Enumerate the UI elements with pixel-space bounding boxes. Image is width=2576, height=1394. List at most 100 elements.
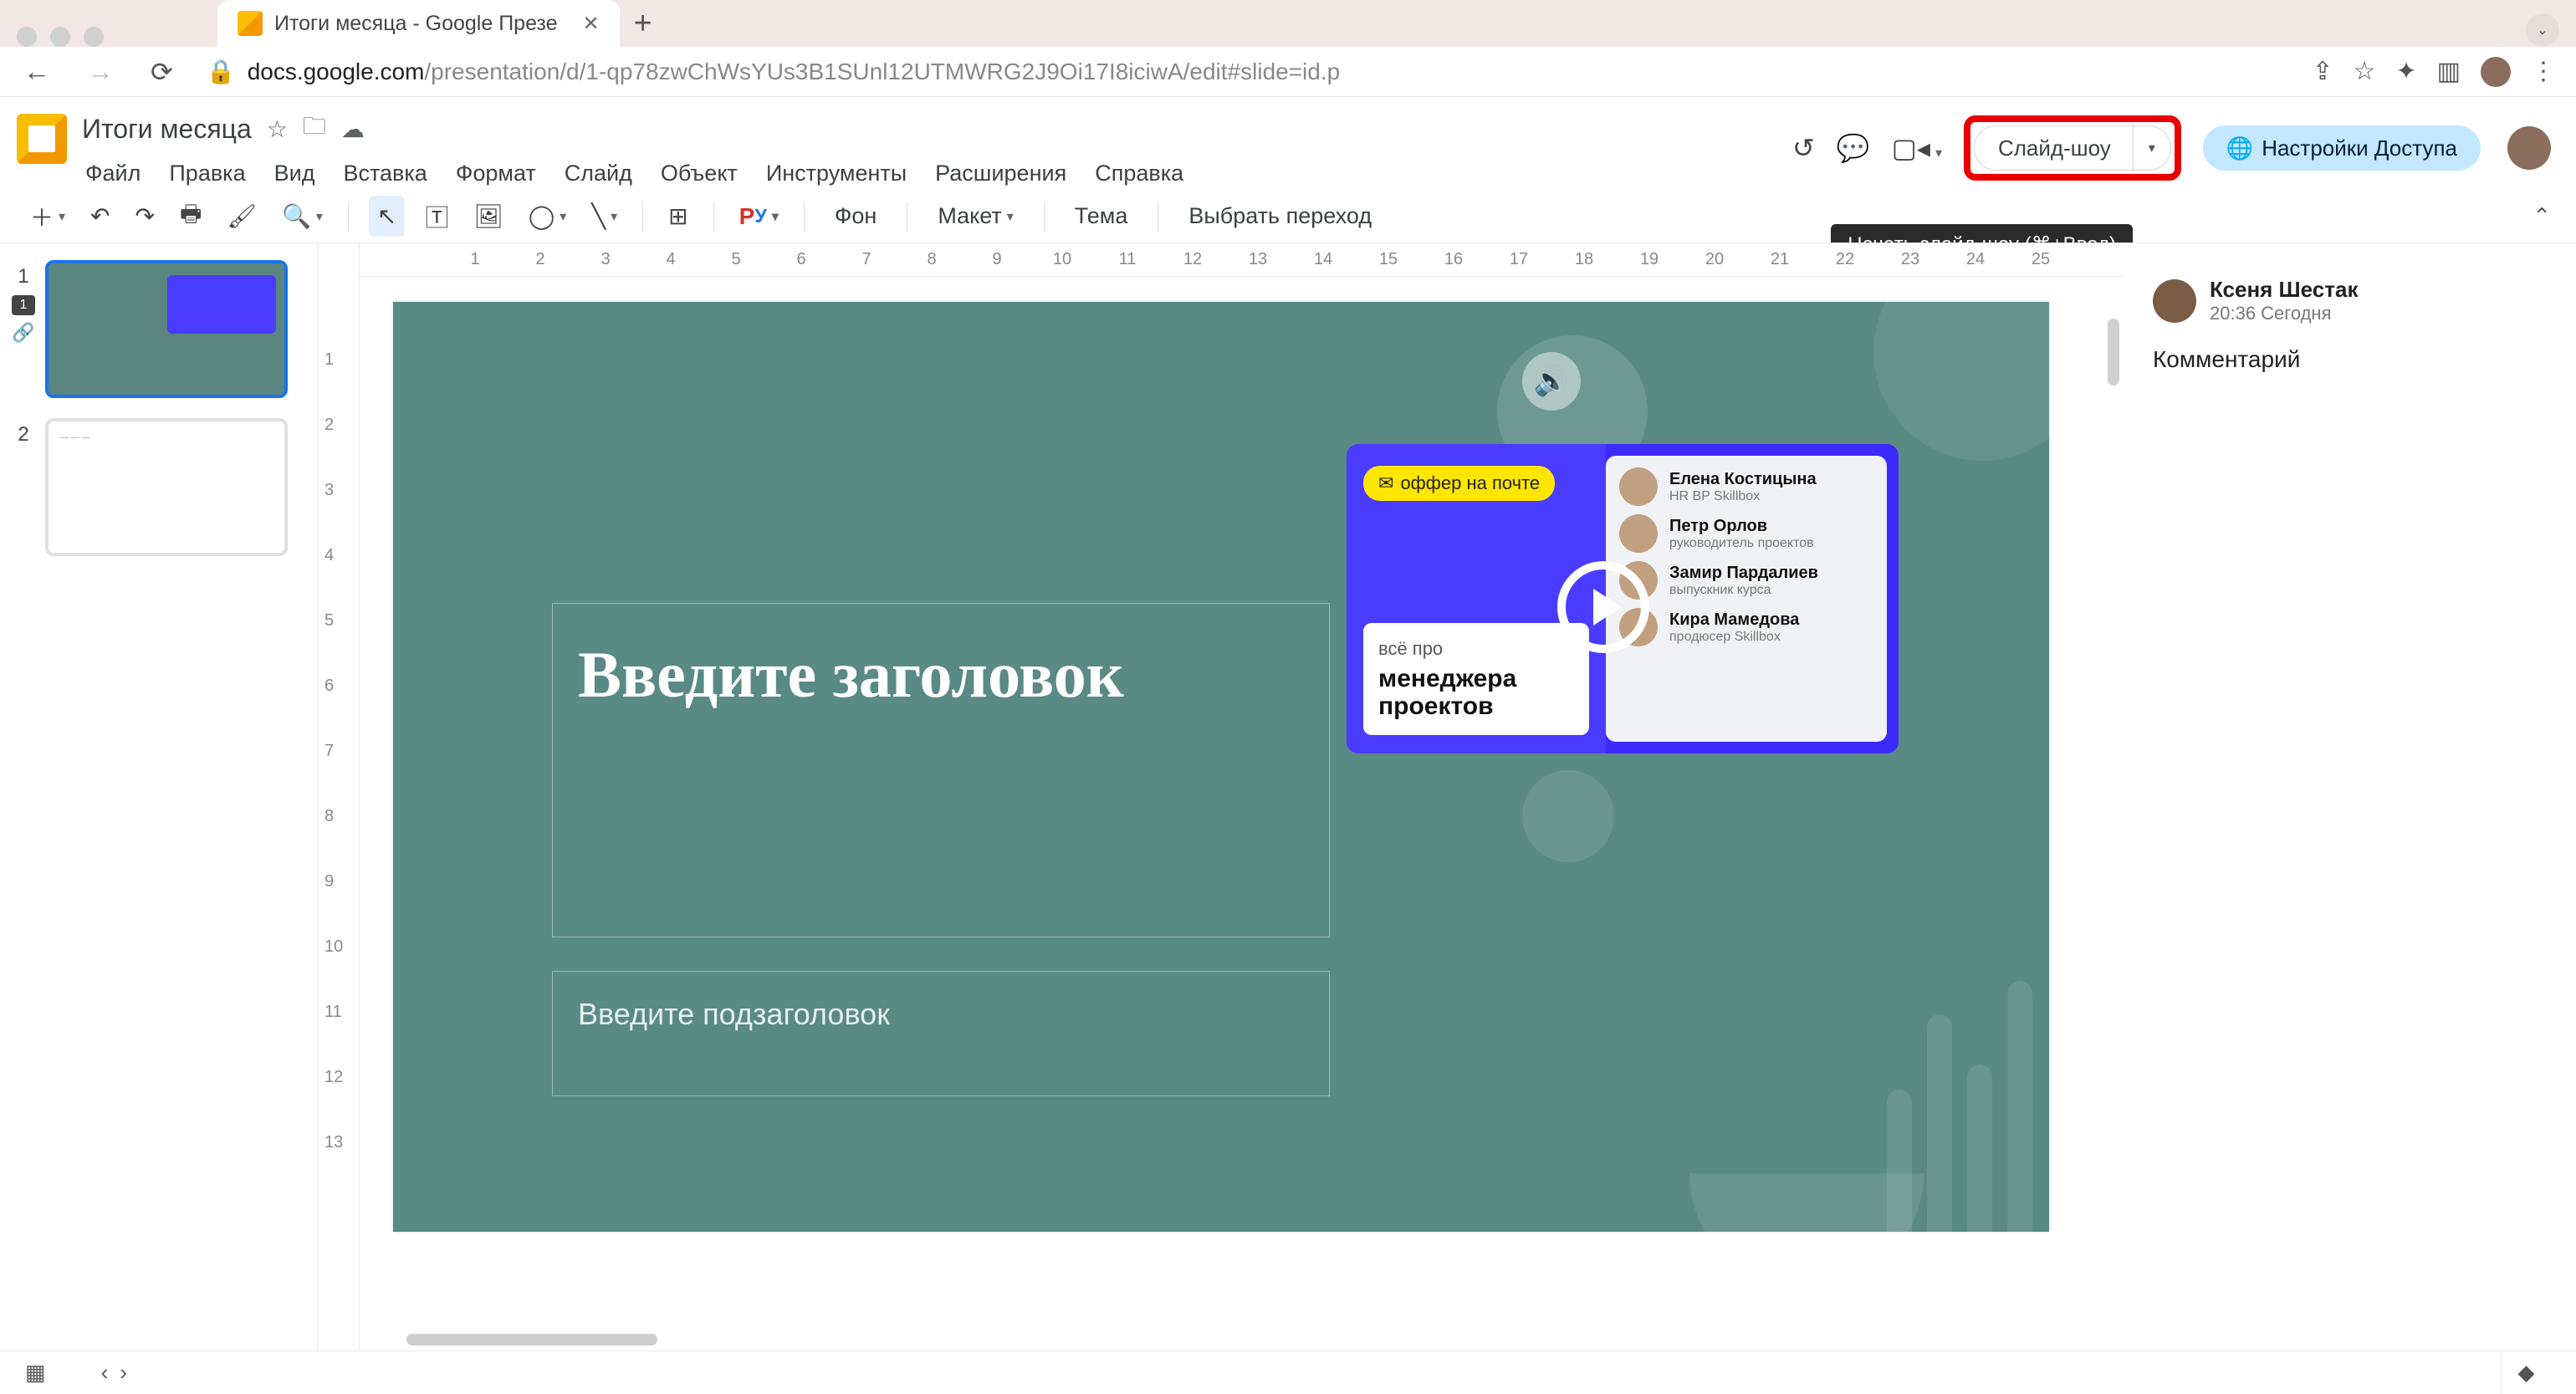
- image-tool[interactable]: 🖼: [468, 197, 509, 235]
- reload-button[interactable]: ⟳: [139, 48, 185, 96]
- menu-help[interactable]: Справка: [1091, 157, 1187, 190]
- menu-bar: Файл Правка Вид Вставка Формат Слайд Объ…: [82, 157, 1792, 190]
- commenter-avatar: [2153, 279, 2196, 323]
- prev-slide-button[interactable]: ‹: [101, 1360, 109, 1386]
- menu-edit[interactable]: Правка: [166, 157, 248, 190]
- menu-view[interactable]: Вид: [271, 157, 319, 190]
- meet-icon[interactable]: ▢◂▾: [1892, 132, 1942, 164]
- account-avatar[interactable]: [2507, 126, 2551, 170]
- tabs-collapse-button[interactable]: ⌄: [2526, 13, 2559, 47]
- lock-icon[interactable]: 🔒: [207, 58, 236, 85]
- textbox-tool[interactable]: 🅃: [420, 195, 453, 238]
- comment-item[interactable]: Ксеня Шестак 20:36 Сегодня Комментарий: [2153, 277, 2548, 373]
- share-button[interactable]: 🌐 Настройки Доступа: [2203, 125, 2481, 171]
- slide-thumbnail-1[interactable]: [45, 260, 288, 398]
- address-bar: ← → ⟳ 🔒 docs.google.com/presentation/d/1…: [0, 47, 2576, 97]
- thumb-number: 1: [18, 265, 28, 289]
- vertical-scrollbar[interactable]: [2108, 319, 2119, 1334]
- back-button[interactable]: ←: [12, 48, 62, 95]
- url-domain: docs.google.com: [248, 59, 425, 84]
- slideshow-button[interactable]: Слайд-шоу: [1975, 126, 2134, 170]
- extensions-icon[interactable]: ✦: [2396, 57, 2417, 86]
- title-placeholder[interactable]: Введите заголовок: [552, 603, 1330, 937]
- horizontal-scrollbar[interactable]: [406, 1334, 2113, 1345]
- slide-thumbnail-2[interactable]: — — —: [45, 418, 288, 556]
- slide-viewport[interactable]: 🔊 ✉ оффер на почте всё про менеджера про…: [360, 277, 2124, 1351]
- side-panel-icon[interactable]: ▥: [2437, 57, 2461, 86]
- star-icon[interactable]: ☆: [267, 115, 288, 143]
- line-tool[interactable]: ╲▾: [586, 197, 622, 235]
- slide-canvas[interactable]: 🔊 ✉ оффер на почте всё про менеджера про…: [393, 302, 2049, 1232]
- menu-format[interactable]: Формат: [452, 157, 539, 190]
- redo-button[interactable]: ↷: [130, 197, 160, 235]
- layout-button[interactable]: Макет▾: [928, 203, 1023, 229]
- speaker-name: Елена Костицына: [1669, 470, 1817, 489]
- shape-tool[interactable]: ◯▾: [524, 197, 571, 235]
- audio-icon[interactable]: 🔊: [1522, 352, 1581, 411]
- theme-button[interactable]: Тема: [1065, 203, 1138, 229]
- menu-slide[interactable]: Слайд: [561, 157, 636, 190]
- close-tab-icon[interactable]: ✕: [583, 12, 600, 36]
- spellcheck-button[interactable]: РУ▾: [734, 198, 784, 235]
- mac-max-dot[interactable]: [84, 27, 104, 47]
- video-insert[interactable]: ✉ оффер на почте всё про менеджера проек…: [1347, 444, 1899, 753]
- menu-tools[interactable]: Инструменты: [763, 157, 910, 190]
- next-slide-button[interactable]: ›: [120, 1360, 127, 1386]
- transition-button[interactable]: Выбрать переход: [1178, 203, 1382, 229]
- forward-button[interactable]: →: [75, 48, 125, 95]
- subtitle-placeholder[interactable]: Введите подзаголовок: [552, 971, 1330, 1096]
- slideshow-dropdown[interactable]: ▾: [2134, 140, 2170, 156]
- vertical-ruler[interactable]: 12345678910111213: [318, 243, 360, 1351]
- explore-icon[interactable]: ◆: [2518, 1360, 2535, 1386]
- menu-insert[interactable]: Вставка: [340, 157, 430, 190]
- move-icon[interactable]: 🗀: [303, 109, 326, 149]
- status-bar: ▦ ‹ › ◆: [0, 1351, 2576, 1394]
- speaker-row: Петр Орловруководитель проектов: [1619, 514, 1873, 553]
- speaker-row: Кира Мамедовапродюсер Skillbox: [1619, 608, 1873, 646]
- background-button[interactable]: Фон: [825, 203, 887, 229]
- slides-logo-icon[interactable]: [17, 114, 67, 164]
- select-tool[interactable]: ↖: [369, 196, 405, 237]
- undo-button[interactable]: ↶: [85, 197, 115, 235]
- collapse-toolbar-icon[interactable]: ⌃: [2533, 203, 2551, 229]
- menu-object[interactable]: Объект: [657, 157, 741, 190]
- speaker-row: Елена КостицынаHR BP Skillbox: [1619, 467, 1873, 506]
- speaker-name: Петр Орлов: [1669, 517, 1814, 536]
- browser-tab[interactable]: Итоги месяца - Google Презе ✕: [217, 0, 620, 47]
- new-slide-button[interactable]: ＋▾: [25, 195, 70, 238]
- comment-add-button[interactable]: ⊞: [663, 197, 693, 235]
- chrome-menu-icon[interactable]: ⋮: [2531, 57, 2556, 86]
- link-badge-icon[interactable]: 🔗: [12, 322, 34, 344]
- history-icon[interactable]: ↺: [1792, 132, 1815, 164]
- menu-file[interactable]: Файл: [82, 157, 144, 190]
- new-tab-button[interactable]: +: [620, 0, 667, 47]
- share-icon[interactable]: ⇪: [2312, 57, 2333, 86]
- chrome-profile-avatar[interactable]: [2481, 57, 2511, 87]
- play-icon[interactable]: [1557, 561, 1649, 653]
- url-path: /presentation/d/1-qp78zwChWsYUs3B1SUnl12…: [424, 59, 1340, 84]
- speaker-role: руководитель проектов: [1669, 536, 1814, 551]
- mac-min-dot[interactable]: [50, 27, 70, 47]
- comments-panel: Ксеня Шестак 20:36 Сегодня Комментарий: [2124, 243, 2576, 1351]
- zoom-button[interactable]: 🔍▾: [277, 197, 328, 235]
- video-title-box: всё про менеджера проектов: [1363, 623, 1589, 735]
- thumb-number: 2: [18, 423, 28, 447]
- animation-badge-icon[interactable]: [12, 295, 35, 315]
- horizontal-ruler[interactable]: 1234567891011121314151617181920212223242…: [360, 243, 2124, 277]
- speaker-avatar: [1619, 514, 1658, 553]
- print-button[interactable]: 🖶: [175, 191, 207, 242]
- paint-format-button[interactable]: 🖌: [222, 197, 262, 235]
- doc-title[interactable]: Итоги месяца: [82, 114, 252, 145]
- speaker-name: Замир Пардалиев: [1669, 564, 1818, 583]
- mac-close-dot[interactable]: [17, 27, 37, 47]
- speaker-role: выпускник курса: [1669, 583, 1818, 598]
- offer-pill: ✉ оффер на почте: [1363, 466, 1555, 501]
- menu-extensions[interactable]: Расширения: [932, 157, 1070, 190]
- url-field[interactable]: 🔒 docs.google.com/presentation/d/1-qp78z…: [198, 58, 2299, 85]
- grid-view-icon[interactable]: ▦: [25, 1360, 46, 1386]
- slides-favicon: [238, 11, 263, 36]
- subtitle-text: Введите подзаголовок: [578, 997, 1304, 1032]
- bookmark-icon[interactable]: ☆: [2354, 57, 2376, 86]
- comments-icon[interactable]: 💬: [1837, 132, 1870, 164]
- comment-body: Комментарий: [2153, 346, 2548, 373]
